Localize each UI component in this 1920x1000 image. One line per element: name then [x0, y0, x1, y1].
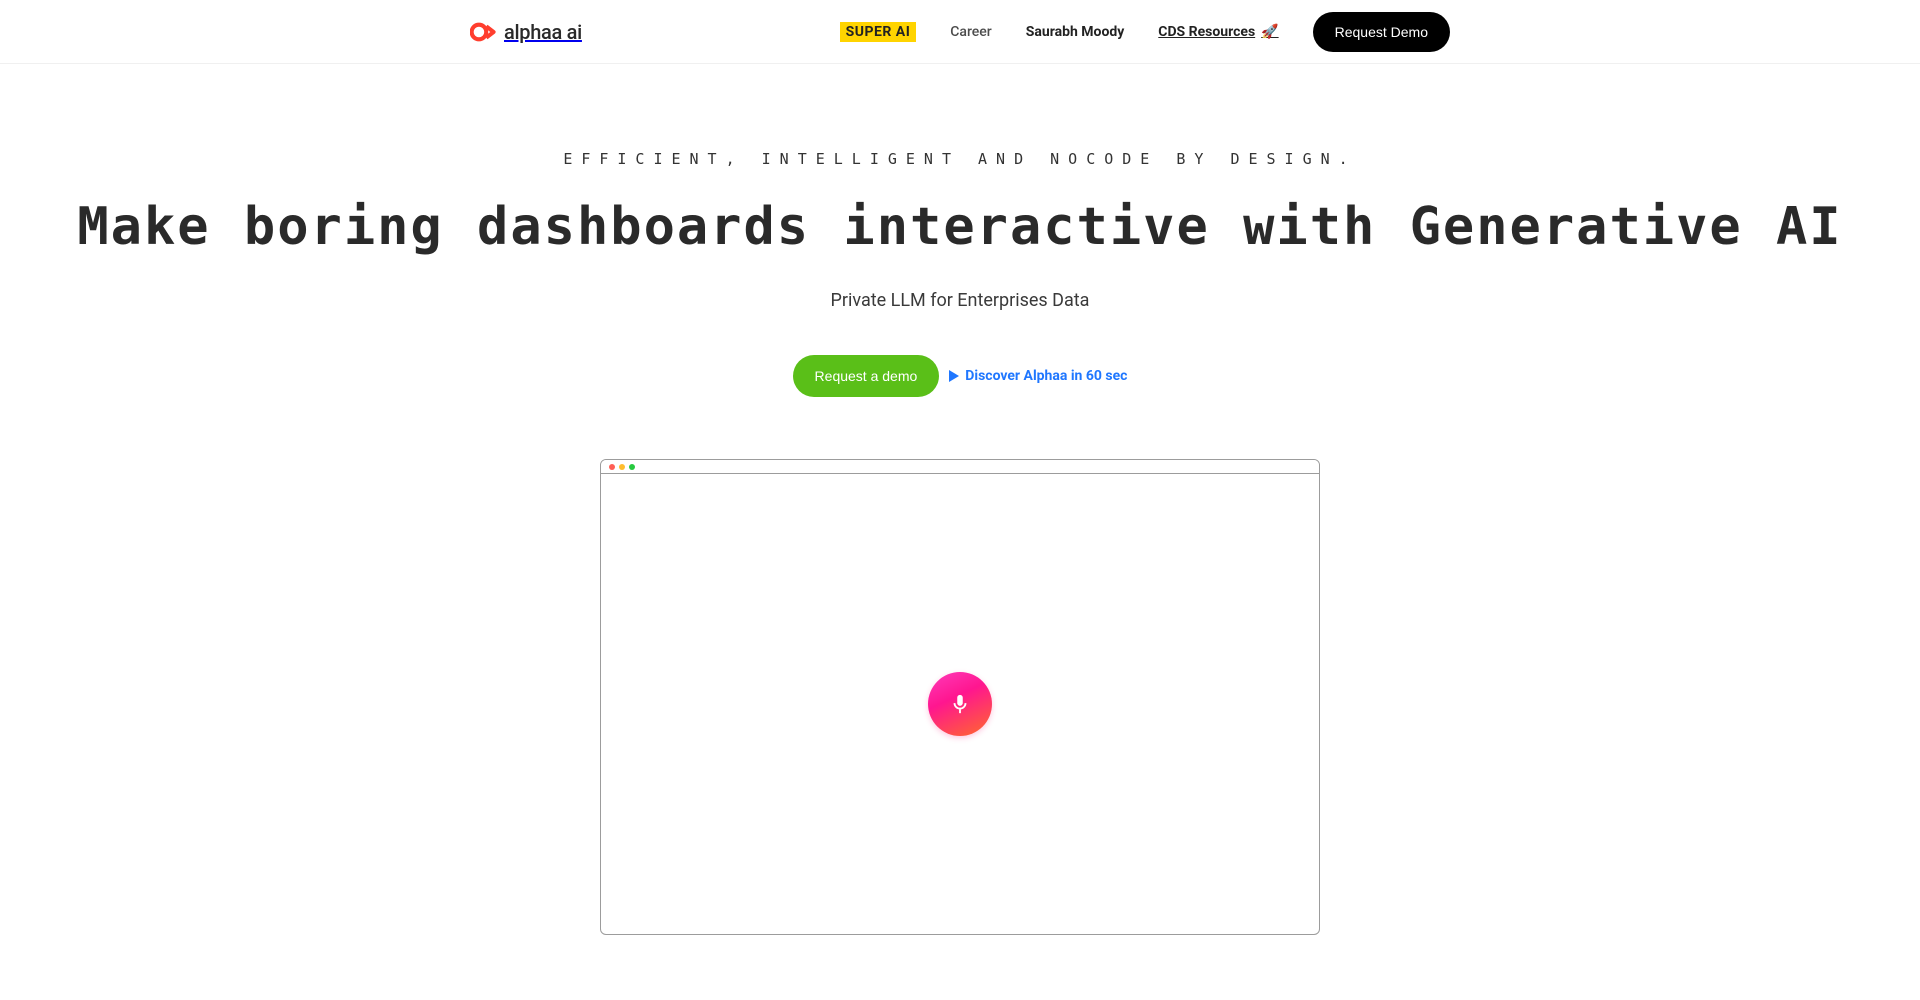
hero-eyebrow: EFFICIENT, INTELLIGENT AND NOCODE BY DES… — [20, 150, 1900, 168]
play-icon — [949, 370, 959, 382]
discover-link[interactable]: Discover Alphaa in 60 sec — [949, 368, 1127, 384]
nav-career[interactable]: Career — [950, 24, 991, 40]
logo-link[interactable]: alphaa ai — [470, 19, 582, 45]
logo-text: alphaa ai — [504, 20, 582, 44]
window-minimize-dot-icon — [619, 464, 625, 470]
request-demo-hero-button[interactable]: Request a demo — [793, 355, 940, 397]
nav-cds-resources[interactable]: CDS Resources 🚀 — [1158, 24, 1278, 40]
demo-window — [600, 459, 1320, 935]
demo-window-body — [601, 474, 1319, 934]
hero-section: EFFICIENT, INTELLIGENT AND NOCODE BY DES… — [0, 64, 1920, 935]
logo-icon — [470, 19, 496, 45]
microphone-icon — [949, 693, 971, 715]
top-nav-wrapper: alphaa ai SUPER AI Career Saurabh Moody … — [0, 0, 1920, 64]
nav-super-ai[interactable]: SUPER AI — [840, 22, 917, 42]
window-close-dot-icon — [609, 464, 615, 470]
window-zoom-dot-icon — [629, 464, 635, 470]
hero-headline: Make boring dashboards interactive with … — [20, 198, 1900, 256]
top-nav: alphaa ai SUPER AI Career Saurabh Moody … — [460, 0, 1460, 63]
request-demo-nav-button[interactable]: Request Demo — [1313, 12, 1450, 52]
demo-window-titlebar — [601, 460, 1319, 474]
hero-subhead: Private LLM for Enterprises Data — [20, 290, 1900, 311]
nav-cds-label: CDS Resources — [1158, 24, 1255, 40]
hero-ctas: Request a demo Discover Alphaa in 60 sec — [793, 355, 1128, 397]
microphone-button[interactable] — [928, 672, 992, 736]
rocket-icon: 🚀 — [1261, 24, 1278, 40]
nav-links: SUPER AI Career Saurabh Moody CDS Resour… — [840, 12, 1450, 52]
discover-label: Discover Alphaa in 60 sec — [965, 368, 1127, 384]
nav-author[interactable]: Saurabh Moody — [1026, 24, 1125, 40]
